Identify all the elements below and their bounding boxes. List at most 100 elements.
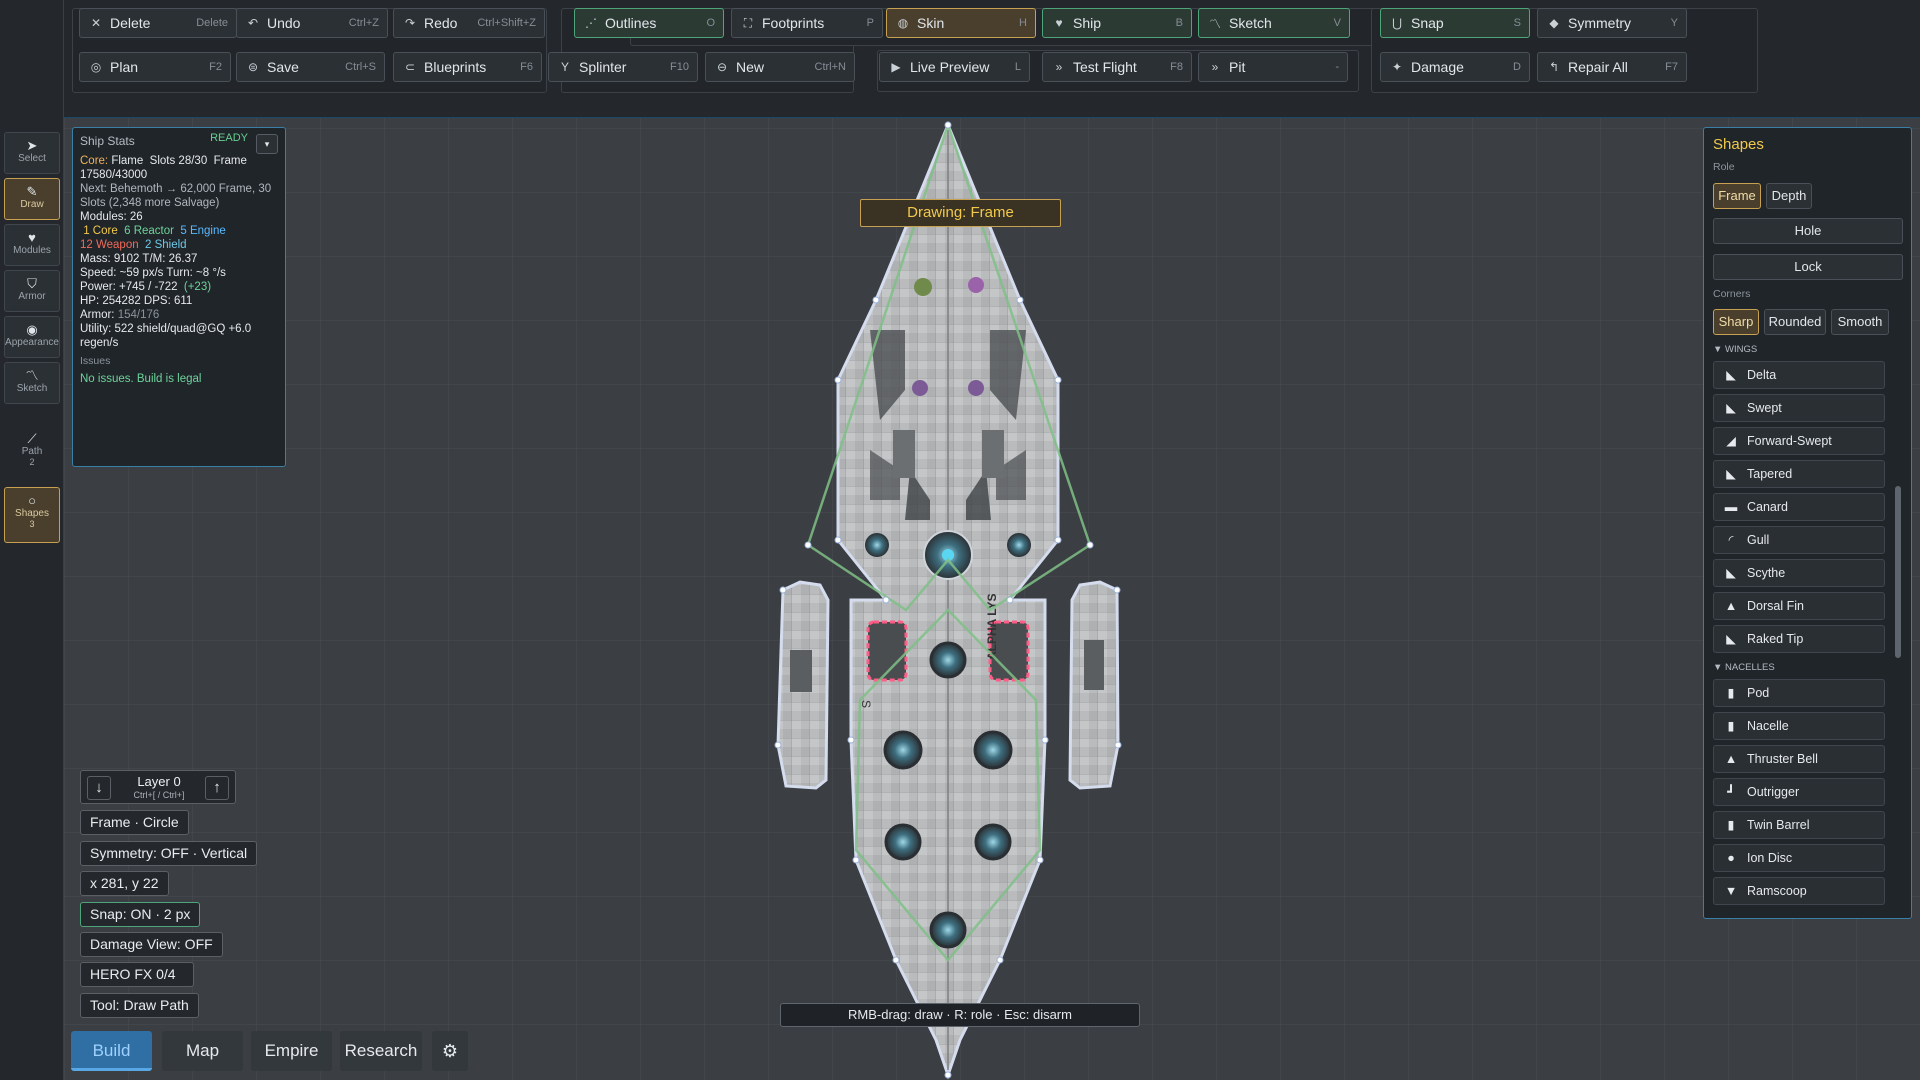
layer-up-button[interactable]: ↑ [205,776,229,800]
nacelle-icon: ┛ [1727,785,1735,799]
redo-button[interactable]: ↷ Redo Ctrl+Shift+Z [393,8,545,38]
blueprints-button[interactable]: ⊂ Blueprints F6 [393,52,542,82]
shield-icon: ⛉ [27,276,37,291]
undo-button[interactable]: ↶ Undo Ctrl+Z [236,8,388,38]
shapes-scrollbar[interactable] [1895,486,1901,658]
nacelle-shape-ramscoop[interactable]: ▼ Ramscoop [1713,877,1885,905]
footprints-button[interactable]: ⛶ Footprints P [731,8,883,38]
tool-appearance[interactable]: ◉ Appearance [4,316,60,358]
tool-select[interactable]: ➤ Select [4,132,60,174]
stats-title: Ship Stats [80,134,135,148]
ship-hull[interactable] [836,121,1060,1080]
nacelle-shape-thruster-bell[interactable]: ▲ Thruster Bell [1713,745,1885,773]
tool-path[interactable]: ⟋ Path 2 [4,425,60,475]
hole-button[interactable]: Hole [1713,218,1903,244]
skin-icon: ◍ [897,16,909,30]
save-button[interactable]: ⊜ Save Ctrl+S [236,52,385,82]
nav-map[interactable]: Map [162,1031,243,1071]
damage-button[interactable]: ✦ Damage D [1380,52,1530,82]
save-icon: ⊜ [247,60,259,74]
delete-button[interactable]: ✕ Delete Delete [79,8,237,38]
snap-chip[interactable]: Snap: ON · 2 px [80,902,201,927]
settings-button[interactable]: ⚙ [432,1031,468,1071]
wing-shape-delta[interactable]: ◣ Delta [1713,361,1885,389]
wings-section-header[interactable]: ▼ WINGS [1713,344,1757,355]
tool-label: Modules [13,245,51,256]
tool-sketch[interactable]: 〽 Sketch [4,362,60,404]
core-value: Flame [111,155,144,167]
tool-label: Sketch [16,383,48,394]
button-label: Sketch [1229,15,1272,31]
snap-button[interactable]: ⋃ Snap S [1380,8,1530,38]
live-preview-button[interactable]: ▶ Live Preview L [879,52,1030,82]
nacelles-section-header[interactable]: ▼ NACELLES [1713,662,1775,673]
nav-build[interactable]: Build [71,1031,152,1071]
button-label: Pit [1229,59,1246,75]
new-button[interactable]: ⊖ New Ctrl+N [705,52,855,82]
outlines-button[interactable]: ⋰ Outlines O [574,8,724,38]
shortcut-label: F8 [1170,61,1183,73]
ship-button[interactable]: ♥ Ship B [1042,8,1192,38]
tool-modules[interactable]: ♥ Modules [4,224,60,266]
button-label: Splinter [579,59,627,75]
blueprint-icon: ⊂ [404,60,416,74]
nav-empire[interactable]: Empire [251,1031,332,1071]
stats-dropdown-button[interactable]: ▾ [256,134,278,154]
repair-all-button[interactable]: ↰ Repair All F7 [1537,52,1687,82]
module-core: 1 Core [83,225,118,237]
issues-text: No issues. Build is legal [80,373,202,385]
plan-button[interactable]: ◎ Plan F2 [79,52,231,82]
layer-selector: ↓ Layer 0 Ctrl+[ / Ctrl+] ↑ [80,770,236,804]
nacelle-shape-pod[interactable]: ▮ Pod [1713,679,1885,707]
wrench-icon: ↰ [1548,60,1560,74]
shapes-title: Shapes [1713,136,1764,153]
wing-icon: ◜ [1728,533,1734,547]
splinter-button[interactable]: Y Splinter F10 [548,52,698,82]
test-flight-button[interactable]: » Test Flight F8 [1042,52,1192,82]
frame-label: Frame [213,155,247,167]
coordinates-chip: x 281, y 22 [80,871,169,896]
tool-shortcut: 2 [29,457,35,467]
nacelle-shape-twin-barrel[interactable]: ▮ Twin Barrel [1713,811,1885,839]
power-net: (+23) [183,281,212,293]
frame-shape-chip[interactable]: Frame · Circle [80,810,189,835]
issues-title: Issues [80,355,111,367]
symmetry-chip[interactable]: Symmetry: OFF · Vertical [80,841,258,866]
wing-shape-canard[interactable]: ▬ Canard [1713,493,1885,521]
button-label: Snap [1411,15,1444,31]
skin-button[interactable]: ◍ Skin H [886,8,1036,38]
starboard-nacelle[interactable] [1068,580,1120,790]
ship-canvas[interactable]: S ALPHA LYS [0,0,1920,1080]
damage-view-chip[interactable]: Damage View: OFF [80,932,223,957]
role-frame-button[interactable]: Frame [1713,183,1761,209]
pit-button[interactable]: » Pit - [1198,52,1348,82]
nav-research[interactable]: Research [340,1031,422,1071]
role-depth-button[interactable]: Depth [1766,183,1812,209]
tool-shapes[interactable]: ○ Shapes 3 [4,487,60,543]
symmetry-button[interactable]: ◆ Symmetry Y [1537,8,1687,38]
corner-sharp-button[interactable]: Sharp [1713,309,1759,335]
wing-shape-tapered[interactable]: ◣ Tapered [1713,460,1885,488]
footprint-icon: ⛶ [743,15,753,30]
corner-smooth-button[interactable]: Smooth [1831,309,1889,335]
nacelle-shape-nacelle[interactable]: ▮ Nacelle [1713,712,1885,740]
shortcut-label: Y [1670,17,1678,29]
button-label: Live Preview [910,59,990,75]
wing-shape-scythe[interactable]: ◣ Scythe [1713,559,1885,587]
wing-shape-raked-tip[interactable]: ◣ Raked Tip [1713,625,1885,653]
wing-shape-swept[interactable]: ◣ Swept [1713,394,1885,422]
wing-shape-dorsal-fin[interactable]: ▲ Dorsal Fin [1713,592,1885,620]
tool-armor[interactable]: ⛉ Armor [4,270,60,312]
tool-draw[interactable]: ✎ Draw [4,178,60,220]
corner-rounded-button[interactable]: Rounded [1764,309,1826,335]
wing-shape-forward-swept[interactable]: ◢ Forward-Swept [1713,427,1885,455]
port-nacelle[interactable] [776,580,830,790]
layer-down-button[interactable]: ↓ [87,776,111,800]
lock-button[interactable]: Lock [1713,254,1903,280]
drawing-mode-label: Drawing: Frame [860,199,1061,227]
nacelle-shape-outrigger[interactable]: ┛ Outrigger [1713,778,1885,806]
sketch-button[interactable]: 〽 Sketch V [1198,8,1350,38]
nacelle-icon: ● [1727,851,1735,865]
nacelle-shape-ion-disc[interactable]: ● Ion Disc [1713,844,1885,872]
wing-shape-gull[interactable]: ◜ Gull [1713,526,1885,554]
